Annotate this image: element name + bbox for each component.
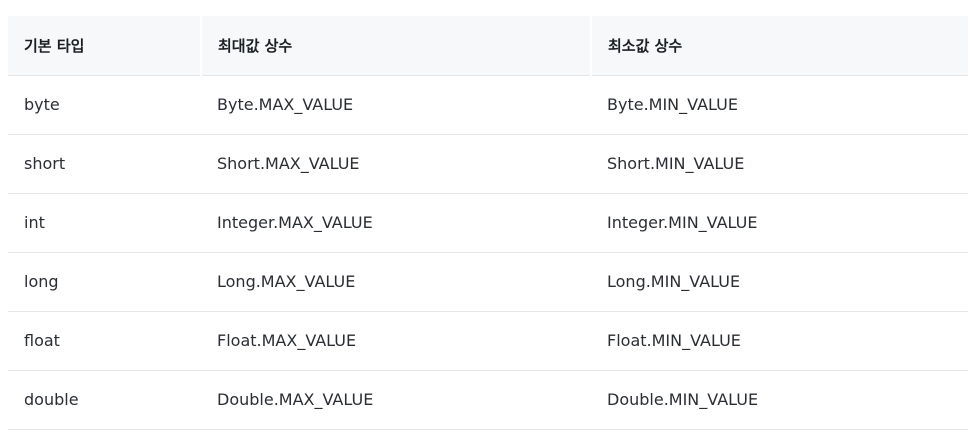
cell-max: Double.MAX_VALUE [201,370,591,430]
cell-min: Short.MIN_VALUE [591,134,968,194]
cell-type: int [8,193,201,253]
header-basic-type: 기본 타입 [8,16,201,76]
cell-type: double [8,370,201,430]
table-row: float Float.MAX_VALUE Float.MIN_VALUE [8,311,968,371]
table-body: byte Byte.MAX_VALUE Byte.MIN_VALUE short… [8,75,968,430]
cell-max: Float.MAX_VALUE [201,311,591,371]
cell-type: byte [8,75,201,135]
cell-min: Double.MIN_VALUE [591,370,968,430]
header-row: 기본 타입 최대값 상수 최소값 상수 [8,16,968,76]
table-header: 기본 타입 최대값 상수 최소값 상수 [8,16,968,76]
cell-max: Byte.MAX_VALUE [201,75,591,135]
cell-max: Short.MAX_VALUE [201,134,591,194]
cell-type: long [8,252,201,312]
table-row: double Double.MAX_VALUE Double.MIN_VALUE [8,370,968,430]
table-row: int Integer.MAX_VALUE Integer.MIN_VALUE [8,193,968,253]
table-row: short Short.MAX_VALUE Short.MIN_VALUE [8,134,968,194]
header-min-constant: 최소값 상수 [591,16,968,76]
cell-max: Long.MAX_VALUE [201,252,591,312]
cell-min: Integer.MIN_VALUE [591,193,968,253]
header-max-constant: 최대값 상수 [200,16,592,76]
constants-table: 기본 타입 최대값 상수 최소값 상수 byte Byte.MAX_VALUE … [8,16,968,430]
cell-min: Long.MIN_VALUE [591,252,968,312]
cell-max: Integer.MAX_VALUE [201,193,591,253]
cell-type: short [8,134,201,194]
cell-min: Float.MIN_VALUE [591,311,968,371]
cell-min: Byte.MIN_VALUE [591,75,968,135]
table-row: byte Byte.MAX_VALUE Byte.MIN_VALUE [8,75,968,135]
cell-type: float [8,311,201,371]
table-row: long Long.MAX_VALUE Long.MIN_VALUE [8,252,968,312]
constants-table-container: 기본 타입 최대값 상수 최소값 상수 byte Byte.MAX_VALUE … [8,16,968,430]
